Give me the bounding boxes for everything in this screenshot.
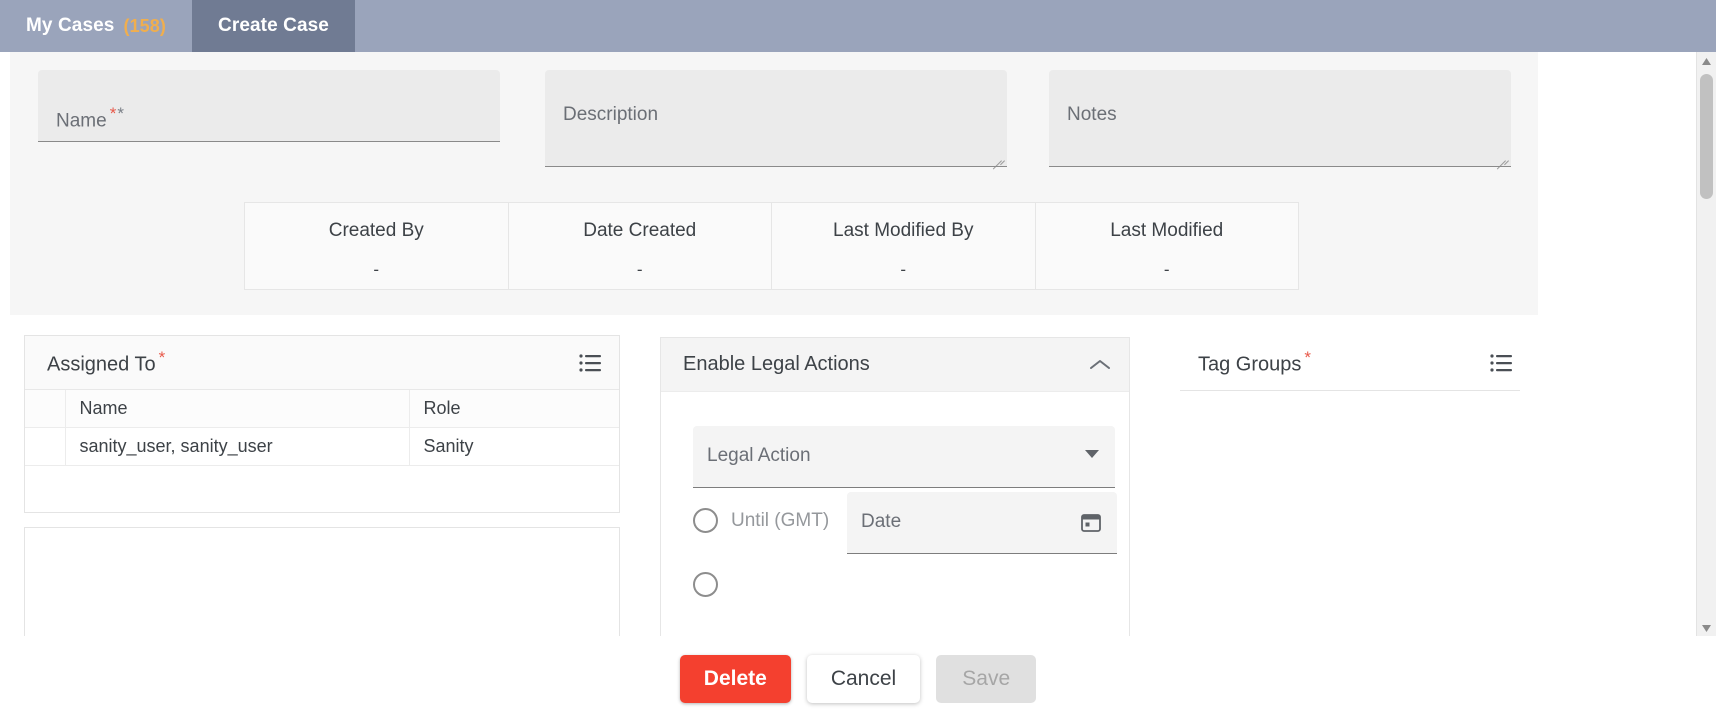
tab-create-case-label: Create Case [218,15,329,36]
description-field-label: Description [563,104,659,125]
metadata-header: Last Modified [1110,220,1224,241]
metadata-header: Last Modified By [833,220,974,241]
until-gmt-radio-row[interactable]: Until (GMT) [693,508,829,533]
form-actions-footer: Delete Cancel Save [0,636,1716,721]
metadata-cell-created-by: Created By - [245,203,509,289]
row-role-cell: Sanity [409,427,619,466]
metadata-value: - [1163,260,1170,279]
delete-button[interactable]: Delete [679,655,791,703]
row-name-cell: sanity_user, sanity_user [65,427,410,466]
tab-my-cases-count: (158) [123,15,166,36]
table-row[interactable]: sanity_user, sanity_user Sanity [25,427,619,466]
case-details-section: Name ** Description Notes Created By - D… [10,52,1538,315]
column-header-select [25,390,66,428]
metadata-header: Created By [328,220,424,241]
tab-create-case[interactable]: Create Case [192,0,355,52]
row-select-cell[interactable] [25,427,66,466]
notes-field-underline [1049,166,1511,167]
tab-my-cases-label: My Cases [26,15,115,36]
assigned-to-table: Name Role sanity_user, sanity_user Sanit… [25,390,619,466]
scroll-up-arrow-icon[interactable] [1697,52,1716,70]
legal-action-select[interactable]: Legal Action [693,426,1115,488]
scroll-down-arrow-icon[interactable] [1697,619,1716,637]
metadata-value: - [373,260,380,279]
tab-bar: My Cases (158) Create Case [0,0,1716,52]
legal-action-select-underline [693,487,1115,488]
metadata-cell-last-modified: Last Modified - [1036,203,1299,289]
tag-groups-title: Tag Groups * [1198,348,1312,376]
form-scroll-area: Name ** Description Notes Created By - D… [0,52,1716,637]
metadata-table: Created By - Date Created - Last Modifie… [244,202,1299,290]
chevron-down-icon[interactable] [1085,450,1099,458]
notes-resize-handle[interactable] [1493,149,1509,170]
cancel-button[interactable]: Cancel [806,655,921,703]
column-header-name: Name [65,390,410,428]
radio-button-until-gmt[interactable] [693,508,718,533]
calendar-icon[interactable] [1079,510,1103,534]
notes-field[interactable]: Notes [1049,70,1511,170]
chevron-up-icon[interactable] [1089,358,1111,372]
metadata-value: - [900,260,907,279]
save-button[interactable]: Save [936,655,1037,703]
name-field-label: Name ** [56,104,124,132]
metadata-cell-date-created: Date Created - [509,203,772,289]
required-asterisk: * [1304,348,1312,368]
secondary-asterisk: * [117,104,124,123]
enable-legal-actions-panel: Enable Legal Actions Legal Action Until … [660,337,1130,637]
metadata-cell-last-modified-by: Last Modified By - [772,203,1036,289]
date-field-underline [847,553,1117,554]
radio-button-secondary[interactable] [693,572,718,597]
create-case-page: My Cases (158) Create Case Name ** Descri… [0,0,1716,721]
date-field[interactable]: Date [847,492,1117,554]
legal-action-select-label: Legal Action [707,445,811,466]
tab-my-cases[interactable]: My Cases (158) [0,0,192,52]
assigned-to-header: Assigned To * [25,336,619,390]
list-icon[interactable] [1490,353,1514,373]
table-header-row: Name Role [25,390,619,428]
tag-groups-header: Tag Groups * [1180,335,1520,391]
vertical-scrollbar[interactable] [1696,52,1716,637]
description-field[interactable]: Description [545,70,1007,170]
next-panel-partial [24,527,620,637]
name-field-underline [38,141,500,142]
metadata-value: - [636,260,643,279]
scrollbar-thumb[interactable] [1700,74,1713,199]
legal-actions-title: Enable Legal Actions [683,353,870,375]
second-radio-row[interactable] [693,572,731,597]
notes-field-label: Notes [1067,104,1117,125]
tag-groups-panel: Tag Groups * [1180,335,1520,393]
name-field[interactable]: Name ** [38,70,500,142]
panels-section: Assigned To * Name Role sanity_user, san… [0,315,1697,637]
required-asterisk: * [158,348,166,368]
column-header-role: Role [409,390,619,428]
until-gmt-label: Until (GMT) [731,509,830,531]
assigned-to-title: Assigned To * [47,348,166,376]
list-icon[interactable] [579,353,603,373]
legal-actions-header[interactable]: Enable Legal Actions [661,338,1129,392]
description-resize-handle[interactable] [989,149,1005,170]
assigned-to-panel: Assigned To * Name Role sanity_user, san… [24,335,620,513]
required-asterisk: * [109,104,117,123]
metadata-header: Date Created [583,220,697,241]
description-field-underline [545,166,1007,167]
date-field-label: Date [861,511,902,532]
